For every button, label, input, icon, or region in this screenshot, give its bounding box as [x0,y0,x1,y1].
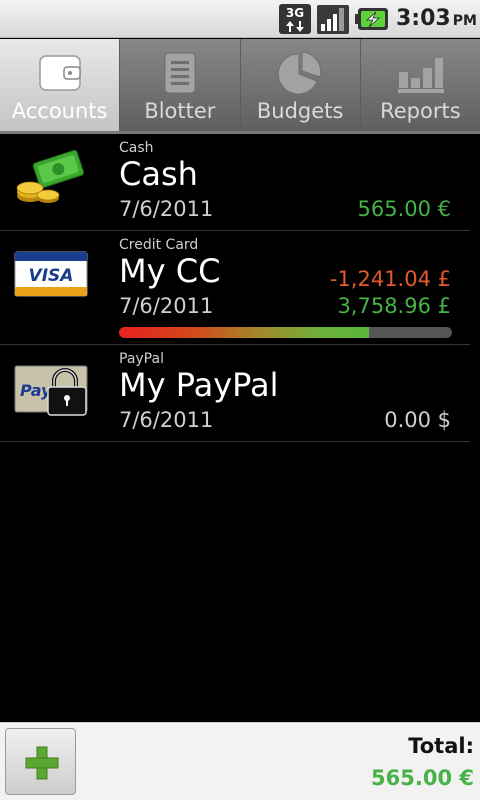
tab-accounts[interactable]: Accounts [0,39,121,131]
paypal-locked-icon: Pay [14,365,88,416]
card-brand-text: VISA [29,266,74,286]
bar-chart-icon [398,58,445,93]
bottom-bar: Total: 565.00 € [0,722,480,800]
visa-card-icon: VISA [14,251,88,297]
account-balance: 0.00 $ [384,408,451,432]
account-row-cash[interactable]: Cash Cash 7/6/2011 565.00 € [0,134,470,231]
add-account-button[interactable] [5,728,76,795]
clock-time: 3:03 [396,6,451,31]
total-label: Total: [408,734,474,758]
tab-bar: Accounts Blotter Budgets Reports [0,39,480,131]
status-bar: 3G 3:03 PM [0,0,480,38]
account-row-credit-card[interactable]: VISA Credit Card My CC -1,241.04 £ 7/6/2… [0,231,470,345]
account-date: 7/6/2011 [119,408,214,432]
account-date: 7/6/2011 [119,294,214,318]
3g-icon: 3G [279,4,311,34]
signal-icon [317,5,349,34]
cash-icon [16,149,84,203]
battery-charging-icon [355,8,388,30]
plus-icon [25,746,59,780]
total-value: 565.00 € [371,766,474,790]
tab-budgets[interactable]: Budgets [240,39,361,131]
wallet-icon [38,55,81,91]
tab-label: Accounts [11,99,108,123]
list-icon [164,52,196,94]
account-name: My PayPal [119,366,279,404]
pie-chart-icon [277,51,322,95]
paypal-logo-text: Pay [20,381,52,400]
tab-label: Blotter [144,99,216,123]
account-name: Cash [119,155,198,193]
tab-reports[interactable]: Reports [360,39,480,131]
account-type: Credit Card [119,237,199,253]
account-row-paypal[interactable]: Pay PayPal My PayPal 7/6/2011 0.00 $ [0,345,470,442]
account-available-limit: 3,758.96 £ [337,294,451,318]
clock-ampm: PM [452,13,477,29]
credit-limit-bar-fill [119,327,369,338]
svg-text:3G: 3G [286,6,304,20]
tab-blotter[interactable]: Blotter [120,39,241,131]
account-balance: -1,241.04 £ [329,267,451,291]
account-type: PayPal [119,351,164,367]
account-list: Cash Cash 7/6/2011 565.00 € VISA Credit … [0,134,480,442]
account-type: Cash [119,140,154,156]
credit-limit-bar [119,327,452,338]
account-date: 7/6/2011 [119,197,214,221]
tab-label: Budgets [256,99,344,123]
account-name: My CC [119,252,221,290]
status-clock: 3:03 PM [396,6,477,31]
account-balance: 565.00 € [357,197,451,221]
tab-label: Reports [380,99,461,123]
